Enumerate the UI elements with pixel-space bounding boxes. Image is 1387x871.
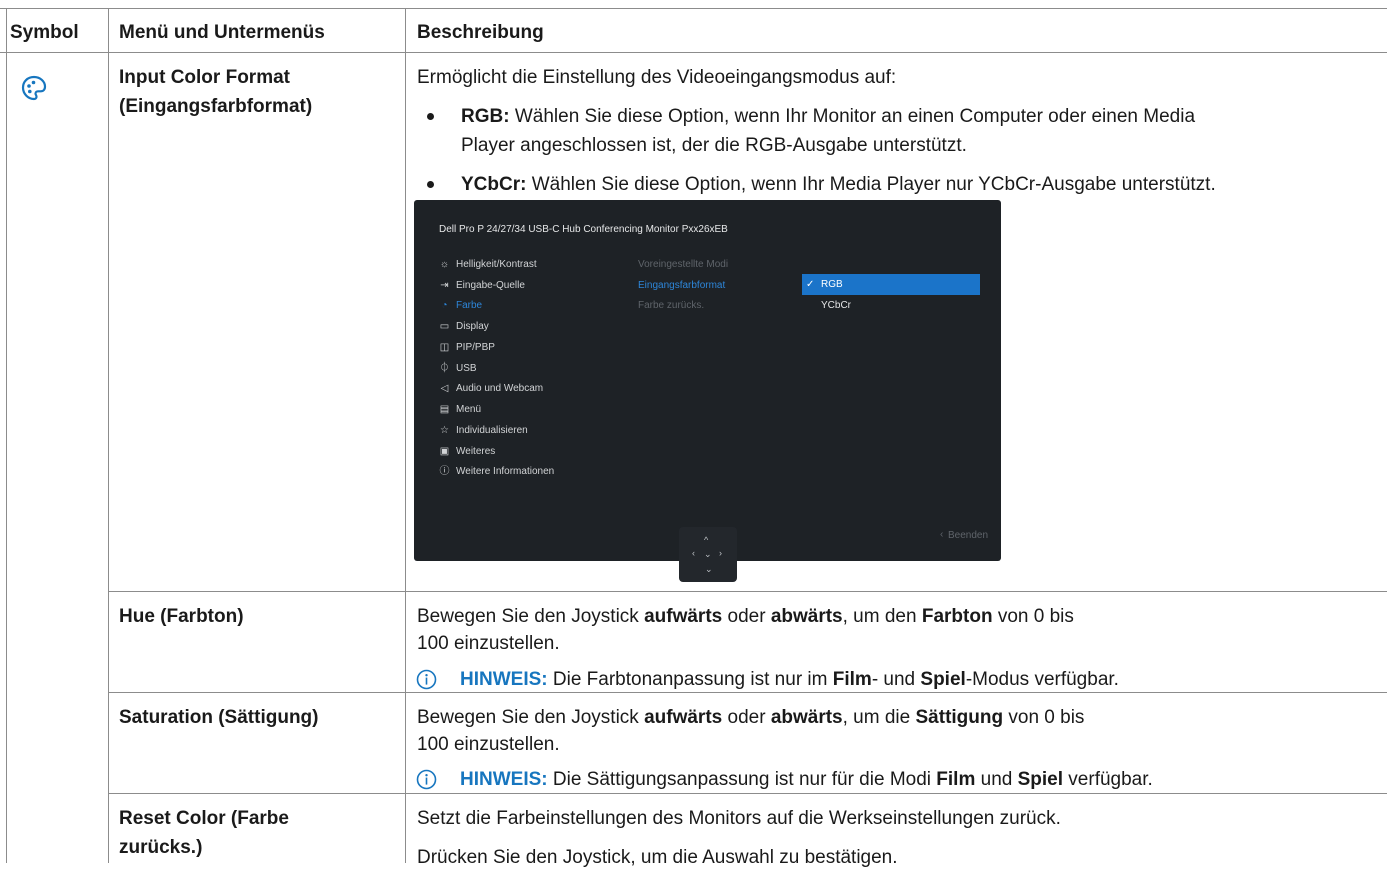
osd-option-ycbcr: YCbCr: [821, 300, 852, 311]
hue-description-line2: 100 einzustellen.: [417, 633, 560, 654]
osd-menu-item: Individualisieren: [456, 425, 528, 436]
osd-submenu-item: Voreingestellte Modi: [638, 259, 729, 270]
header-description: Beschreibung: [417, 22, 544, 43]
hue-note: HINWEIS: Die Farbtonanpassung ist nur im…: [460, 669, 1119, 690]
chevron-up-icon: ^: [704, 535, 709, 545]
input-source-icon: ⇥: [440, 280, 449, 291]
ycbcr-description: YCbCr: Wählen Sie diese Option, wenn Ihr…: [461, 174, 1216, 195]
osd-option-rgb: RGB: [821, 279, 843, 290]
osd-menu-item: Audio und Webcam: [456, 383, 544, 394]
header-symbol: Symbol: [10, 22, 79, 43]
info-icon: [416, 669, 437, 690]
saturation-description-line2: 100 einzustellen.: [417, 734, 560, 755]
menu-input-color-format-de: (Eingangsfarbformat): [119, 96, 313, 117]
display-icon: ▭: [439, 321, 450, 332]
row-divider-3: [108, 793, 1387, 794]
reset-description: Setzt die Farbeinstellungen des Monitors…: [417, 808, 1061, 829]
col-divider-2: [405, 8, 406, 863]
menu-hue: Hue (Farbton): [119, 606, 244, 627]
header-menu: Menü und Untermenüs: [119, 22, 325, 43]
osd-menu-item: Eingabe-Quelle: [456, 280, 525, 291]
color-palette-icon: [20, 74, 48, 102]
row-divider-1: [108, 591, 1387, 592]
osd-menu-item: Weiteres: [456, 446, 496, 457]
menu-icon: ▤: [439, 404, 450, 415]
saturation-note: HINWEIS: Die Sättigungsanpassung ist nur…: [460, 769, 1153, 790]
osd-menu-item: Weitere Informationen: [456, 466, 555, 477]
star-icon: ☆: [440, 425, 449, 436]
hue-description: Bewegen Sie den Joystick aufwärts oder a…: [417, 606, 1074, 627]
menu-saturation: Saturation (Sättigung): [119, 707, 319, 728]
pip-pbp-icon: ◫: [439, 342, 450, 353]
osd-submenu-item-active: Eingangsfarbformat: [638, 280, 726, 291]
table-left-border: [6, 8, 7, 863]
check-icon: ✓: [806, 279, 815, 290]
menu-reset-color: Reset Color (Farbe: [119, 808, 289, 829]
osd-title: Dell Pro P 24/27/34 USB-C Hub Conferenci…: [439, 224, 728, 235]
input-intro-text: Ermöglicht die Einstellung des Videoeing…: [417, 67, 897, 88]
chevron-right-icon: ›: [719, 548, 722, 558]
chevron-down-icon: ⌄: [705, 564, 713, 574]
col-divider-1: [108, 8, 109, 863]
audio-icon: ◁: [440, 383, 449, 394]
osd-menu-item: Menü: [456, 404, 482, 415]
rgb-description-line2: Player angeschlossen ist, der die RGB-Au…: [461, 135, 967, 156]
check-icon: ⌄: [704, 549, 712, 559]
color-icon: ◔: [441, 300, 448, 311]
osd-menu-item-active: Farbe: [456, 300, 483, 311]
chevron-left-icon: ‹: [692, 548, 695, 558]
osd-exit: Beenden: [948, 530, 989, 541]
joystick-guide: ^ ‹ ⌄ › ⌄: [679, 527, 737, 582]
header-bottom-border: [0, 52, 1387, 53]
info-icon: ⓘ: [439, 466, 450, 477]
osd-submenu-item: Farbe zurücks.: [638, 300, 705, 311]
others-icon: ▣: [439, 446, 450, 457]
info-icon: [416, 769, 437, 790]
osd-menu-item: USB: [456, 363, 477, 374]
osd-menu-item: Display: [456, 321, 489, 332]
table-top-border: [0, 8, 1387, 9]
menu-reset-color-line2: zurücks.): [119, 837, 203, 858]
reset-description-line2: Drücken Sie den Joystick, um die Auswahl…: [417, 847, 898, 868]
rgb-description: RGB: Wählen Sie diese Option, wenn Ihr M…: [461, 106, 1196, 127]
osd-menu-item: PIP/PBP: [456, 342, 495, 353]
saturation-description: Bewegen Sie den Joystick aufwärts oder a…: [417, 707, 1085, 728]
brightness-icon: ☼: [439, 259, 450, 270]
osd-menu-item: Helligkeit/Kontrast: [456, 259, 537, 270]
bullet: [427, 113, 434, 120]
menu-input-color-format: Input Color Format: [119, 67, 290, 88]
bullet: [427, 181, 434, 188]
usb-icon: ⏀: [439, 363, 450, 374]
osd-menu-screenshot: Dell Pro P 24/27/34 USB-C Hub Conferenci…: [414, 200, 1001, 561]
chevron-left-icon: ‹: [940, 529, 944, 540]
